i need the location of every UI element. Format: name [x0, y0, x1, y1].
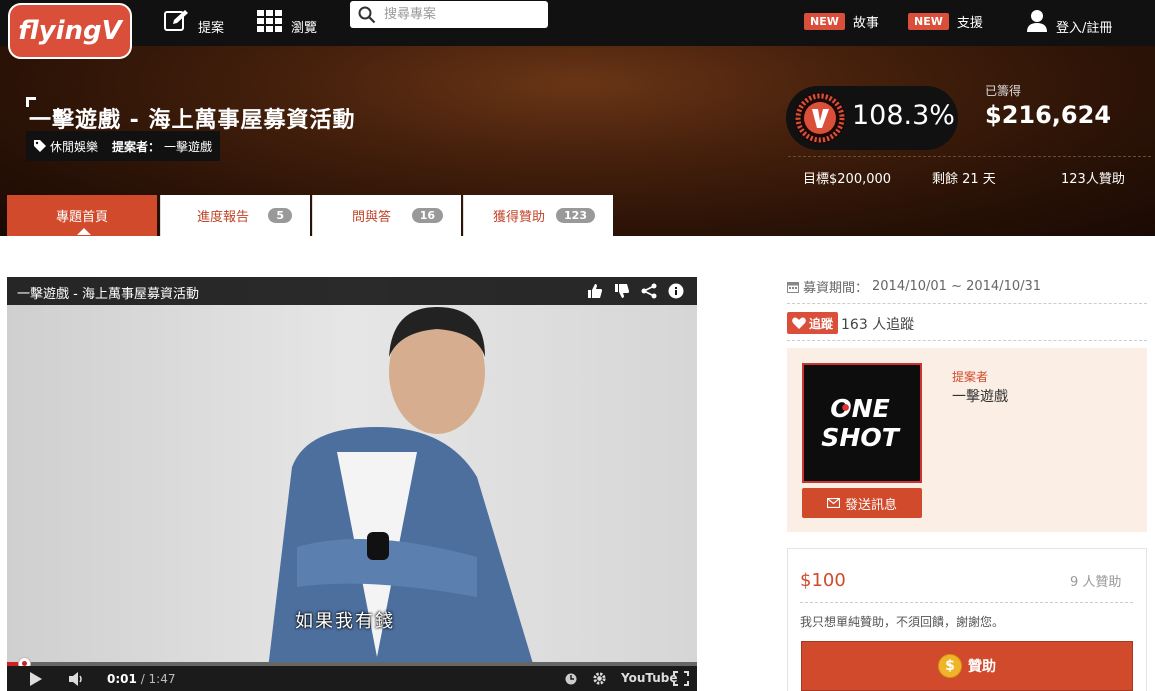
tab-backers[interactable]: 獲得贊助 123: [463, 195, 613, 236]
search-box: [350, 1, 548, 28]
owner-name[interactable]: 一擊遊戲: [952, 386, 1008, 406]
send-message-label: 發送訊息: [844, 497, 897, 513]
new-badge: NEW: [804, 12, 845, 30]
proposer-name[interactable]: 一擊遊戲: [164, 138, 212, 155]
reward-backers: 9 人贊助: [1070, 575, 1122, 590]
proposer-label: 提案者：: [112, 139, 161, 154]
follow-count: 163 人追蹤: [841, 317, 915, 333]
days-remaining: 剩餘 21 天: [932, 172, 996, 187]
tab-label: 獲得贊助: [493, 210, 546, 225]
volume-icon[interactable]: [69, 672, 85, 686]
avatar-text-line1: ONE: [830, 394, 890, 423]
tab-qa[interactable]: 問與答 16: [312, 195, 461, 236]
thumbs-up-icon[interactable]: [587, 283, 603, 299]
info-icon[interactable]: [668, 283, 684, 299]
project-meta: 休閒娛樂 提案者： 一擊遊戲: [26, 131, 221, 161]
video-duration: / 1:47: [140, 672, 176, 686]
video-title-bar: 一擊遊戲 - 海上萬事屋募資活動: [7, 277, 697, 305]
send-message-button[interactable]: 發送訊息: [802, 488, 922, 518]
share-icon[interactable]: [641, 283, 657, 299]
backer-count: 123人贊助: [1061, 172, 1125, 187]
thumbs-down-icon[interactable]: [614, 283, 630, 299]
divider: [787, 340, 1147, 341]
video-time: 0:01 / 1:47: [107, 672, 176, 686]
tab-count-badge: 16: [411, 208, 443, 223]
reward-price: $100: [800, 570, 846, 591]
envelope-icon: [826, 498, 840, 508]
nav-support[interactable]: NEW 支援: [908, 6, 983, 36]
follow-button[interactable]: 追蹤: [787, 312, 839, 334]
tab-label: 問與答: [352, 210, 392, 225]
nav-stories[interactable]: NEW 故事: [804, 6, 879, 36]
nav-stories-label: 故事: [852, 15, 879, 31]
play-icon[interactable]: [29, 672, 43, 686]
nav-browse-label: 瀏覽: [291, 20, 318, 36]
new-badge: NEW: [908, 12, 949, 30]
hero-divider: [788, 156, 1151, 157]
heart-icon: [792, 317, 806, 329]
raised-label: 已籌得: [985, 84, 1022, 98]
support-button[interactable]: $ 贊助: [801, 641, 1133, 691]
logo-text: flyingV: [18, 16, 123, 46]
project-title: 一擊遊戲 - 海上萬事屋募資活動: [29, 108, 356, 133]
reward-description: 我只想單純贊助，不須回饋，謝謝您。: [800, 615, 1005, 629]
fullscreen-icon[interactable]: [673, 671, 689, 686]
video-subtitle: 如果我有錢: [295, 611, 395, 632]
tab-updates[interactable]: 進度報告 5: [160, 195, 310, 236]
search-icon: [358, 6, 376, 23]
tab-count-badge: 123: [556, 208, 595, 223]
tab-label: 專題首頁: [55, 210, 108, 225]
flyingv-v-icon: [794, 92, 846, 144]
dollar-coin-icon: $: [938, 654, 962, 678]
project-category[interactable]: 休閒娛樂: [50, 138, 98, 155]
tab-count-badge: 5: [268, 208, 292, 223]
calendar-icon: [787, 281, 799, 293]
owner-label: 提案者: [952, 370, 989, 384]
video-player[interactable]: 一擊遊戲 - 海上萬事屋募資活動 如果我有錢 0:01 / 1:47 YouTu…: [7, 277, 697, 691]
video-current-time: 0:01: [107, 672, 137, 686]
nav-browse[interactable]: 瀏覽: [257, 6, 317, 36]
tag-icon: [34, 140, 46, 152]
edit-icon: [164, 10, 188, 31]
raised-amount: $216,624: [985, 101, 1112, 129]
active-tab-caret: [77, 228, 91, 235]
follow-label: 追蹤: [809, 316, 834, 331]
funding-period: 募資期間： 2014/10/01 ~ 2014/10/31: [787, 277, 1041, 296]
divider: [800, 602, 1133, 603]
tab-label: 進度報告: [197, 210, 250, 225]
grid-icon: [257, 10, 282, 32]
nav-propose[interactable]: 提案: [164, 6, 224, 36]
support-label: 贊助: [968, 659, 996, 675]
nav-login-label: 登入/註冊: [1056, 20, 1113, 36]
flyingv-logo[interactable]: flyingV: [8, 3, 132, 59]
nav-support-label: 支援: [956, 15, 983, 31]
goal-amount: 目標$200,000: [803, 172, 892, 187]
user-icon: [1027, 10, 1047, 32]
search-input[interactable]: [382, 6, 536, 23]
youtube-logo[interactable]: YouTube: [621, 671, 678, 685]
nav-login[interactable]: 登入/註冊: [1026, 6, 1112, 36]
video-control-bar: 0:01 / 1:47 YouTube: [7, 666, 697, 691]
avatar-text-line2: SHOT: [821, 423, 900, 452]
funding-percent: 108.3%: [852, 100, 955, 131]
period-label: 募資期間：: [803, 281, 869, 296]
owner-avatar[interactable]: ONE SHOT: [802, 363, 922, 483]
period-value: 2014/10/01 ~ 2014/10/31: [872, 279, 1042, 294]
video-title[interactable]: 一擊遊戲 - 海上萬事屋募資活動: [17, 283, 199, 302]
nav-propose-label: 提案: [198, 20, 225, 36]
divider: [787, 303, 1147, 304]
watch-later-icon[interactable]: [565, 673, 577, 685]
settings-gear-icon[interactable]: [592, 671, 607, 686]
